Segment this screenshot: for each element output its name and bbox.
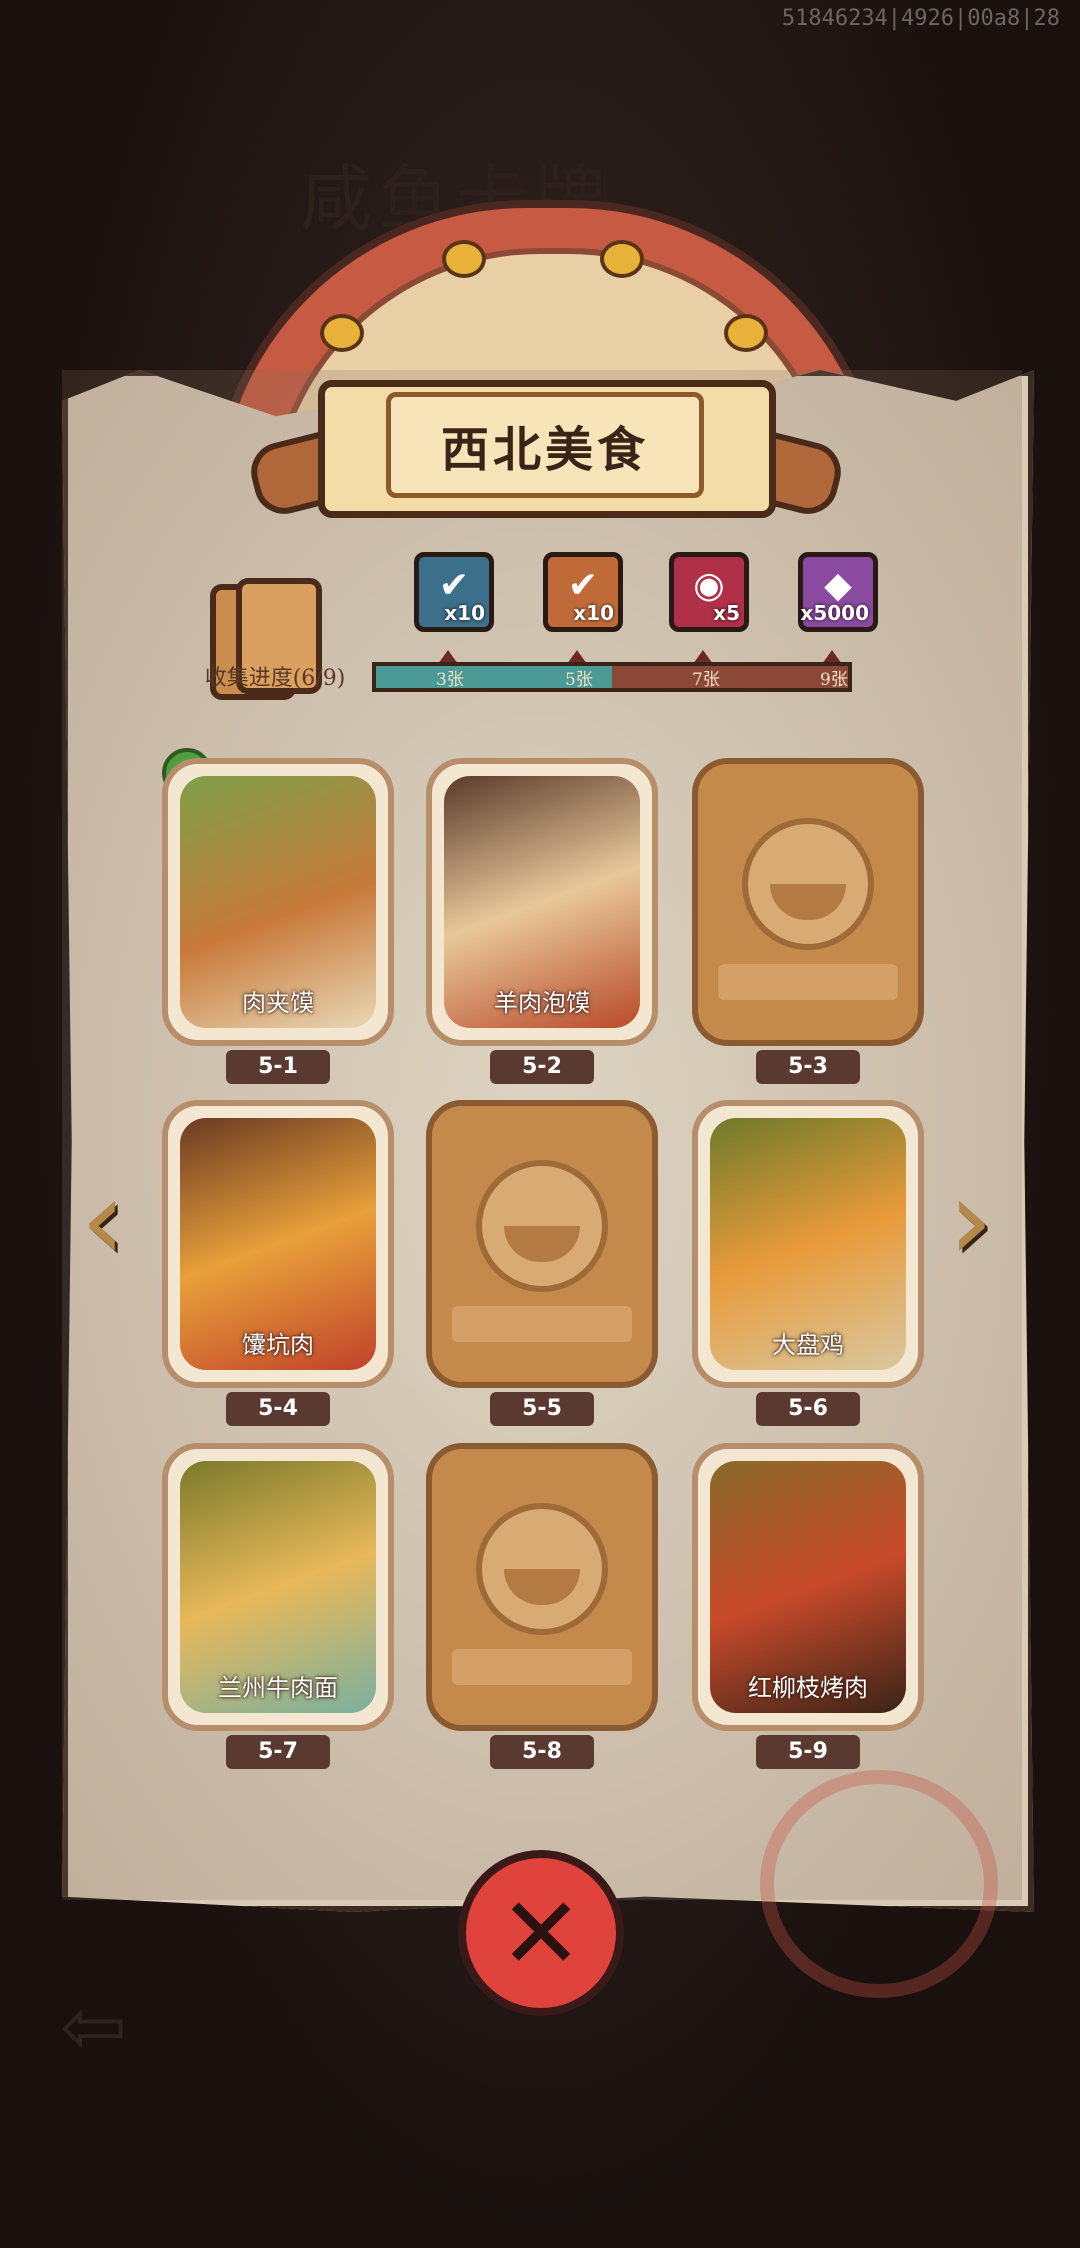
reward-disc[interactable]: ◉ x5	[669, 552, 749, 632]
food-card-name: 大盘鸡	[772, 1331, 844, 1359]
dome-stud	[442, 240, 486, 278]
next-page-button[interactable]: ›	[938, 1165, 1004, 1275]
reward-chest[interactable]: ✔ x10	[414, 552, 494, 632]
card-id-tag: 5-6	[756, 1392, 860, 1426]
reward-ticket[interactable]: ✔ x10	[543, 552, 623, 632]
card-id-tag: 5-3	[756, 1050, 860, 1084]
back-arrow-icon: ⇦	[60, 1980, 128, 2073]
close-button[interactable]: ✕	[458, 1850, 624, 2016]
locked-bowl-icon	[742, 818, 874, 950]
disc-icon: ◉	[693, 565, 725, 606]
card-id-tag: 5-2	[490, 1050, 594, 1084]
food-card-name: 羊肉泡馍	[494, 989, 590, 1017]
card-id-tag: 5-8	[490, 1735, 594, 1769]
dome-stud	[320, 314, 364, 352]
close-icon: ✕	[499, 1874, 583, 1992]
food-card[interactable]: 大盘鸡	[692, 1100, 924, 1388]
card-id-tag: 5-7	[226, 1735, 330, 1769]
food-card-name: 馕坑肉	[242, 1331, 314, 1359]
dome-stud	[600, 240, 644, 278]
ticket-icon: ✔	[567, 565, 599, 606]
food-card[interactable]: 肉夹馍	[162, 758, 394, 1046]
seal-stamp	[760, 1770, 998, 1998]
crystal-icon: ◆	[824, 565, 852, 606]
chevron-right-icon: ›	[949, 1156, 993, 1284]
locked-card-slot[interactable]	[426, 1100, 658, 1388]
dome-stud	[724, 314, 768, 352]
locked-ribbon	[452, 1306, 632, 1342]
food-card-name: 肉夹馍	[242, 989, 314, 1017]
card-id-tag: 5-5	[490, 1392, 594, 1426]
locked-bowl-icon	[476, 1503, 608, 1635]
locked-bowl-icon	[476, 1160, 608, 1292]
food-card[interactable]: 馕坑肉	[162, 1100, 394, 1388]
food-card[interactable]: 兰州牛肉面	[162, 1443, 394, 1731]
debug-id: 51846234|4926|00a8|28	[781, 6, 1060, 31]
locked-ribbon	[452, 1649, 632, 1685]
milestone-label: 9张	[820, 670, 848, 690]
collection-progress-label: 收集进度(6/9)	[204, 666, 346, 691]
locked-ribbon	[718, 964, 898, 1000]
card-id-tag: 5-1	[226, 1050, 330, 1084]
chest-icon: ✔	[438, 565, 470, 606]
card-id-tag: 5-4	[226, 1392, 330, 1426]
card-id-tag: 5-9	[756, 1735, 860, 1769]
reward-crystal[interactable]: ◆ x5000	[798, 552, 878, 632]
food-card-name: 兰州牛肉面	[218, 1674, 338, 1702]
food-card[interactable]: 羊肉泡馍	[426, 758, 658, 1046]
food-card-name: 红柳枝烤肉	[748, 1674, 868, 1702]
food-card[interactable]: 红柳枝烤肉	[692, 1443, 924, 1731]
prev-page-button[interactable]: ‹	[70, 1165, 136, 1275]
locked-card-slot[interactable]	[692, 758, 924, 1046]
album-title: 西北美食	[440, 422, 649, 478]
milestone-label: 7张	[692, 670, 720, 690]
locked-card-slot[interactable]	[426, 1443, 658, 1731]
chevron-left-icon: ‹	[81, 1156, 125, 1284]
milestone-label: 5张	[565, 670, 593, 690]
title-banner-inner: 西北美食	[386, 392, 704, 498]
milestone-label: 3张	[436, 670, 464, 690]
